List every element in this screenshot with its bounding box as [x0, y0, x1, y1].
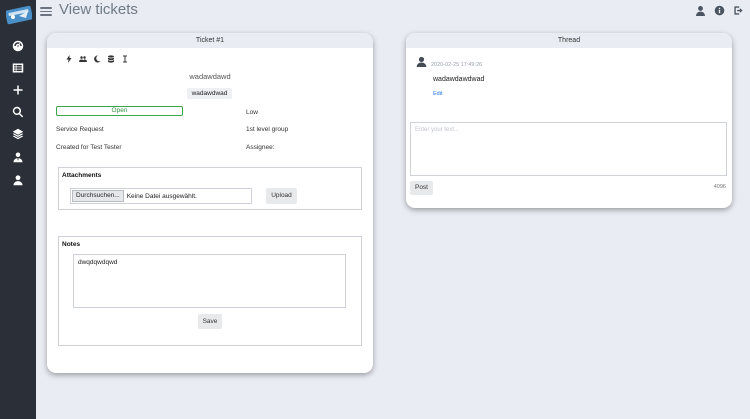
notes-textarea[interactable]: dwqdqwdqwd	[73, 254, 346, 308]
profile-icon[interactable]	[694, 4, 706, 16]
ticket-title[interactable]: wadawdawd	[47, 72, 373, 81]
moon-icon[interactable]	[93, 55, 101, 63]
reply-textarea[interactable]: Enter your text...	[410, 122, 727, 176]
hamburger-menu-icon[interactable]	[40, 5, 52, 17]
char-count: 4096	[713, 184, 726, 190]
user-icon[interactable]	[11, 173, 25, 187]
text-cursor-icon[interactable]	[121, 55, 129, 63]
ticket-card-header: Ticket #1	[47, 33, 373, 48]
dashboard-icon[interactable]	[11, 39, 25, 53]
app-logo[interactable]	[5, 2, 33, 26]
header-actions	[694, 4, 744, 16]
post-button[interactable]: Post	[410, 181, 433, 195]
created-for-value: Created for Test Tester	[56, 144, 122, 151]
sidebar	[0, 0, 36, 419]
lightning-icon[interactable]	[65, 55, 73, 63]
thread-card: Thread 2020-02-25 17:49:26 wadawdawdwad …	[406, 33, 732, 208]
ticket-type-value[interactable]: Service Request	[56, 126, 104, 133]
message-timestamp: 2020-02-25 17:49:26	[431, 62, 483, 68]
no-file-label: Keine Datei ausgewählt.	[126, 192, 197, 200]
notes-title: Notes	[62, 241, 81, 248]
users-icon[interactable]	[11, 150, 25, 164]
group-value[interactable]: 1st level group	[246, 126, 288, 133]
search-icon[interactable]	[11, 105, 25, 119]
upload-button[interactable]: Upload	[266, 188, 297, 204]
assignee-value[interactable]: Assignee:	[246, 144, 275, 151]
file-input[interactable]: Durchsuchen... Keine Datei ausgewählt.	[70, 188, 252, 204]
ticket-subtitle[interactable]: wadawdwad	[187, 88, 232, 99]
status-badge[interactable]: Open	[56, 106, 183, 116]
list-icon[interactable]	[11, 61, 25, 75]
attachments-title: Attachments	[62, 172, 102, 179]
info-icon[interactable]	[713, 4, 725, 16]
logout-icon[interactable]	[732, 4, 744, 16]
layers-icon[interactable]	[11, 127, 25, 141]
browse-button[interactable]: Durchsuchen...	[72, 190, 124, 202]
attachments-section: Attachments Durchsuchen... Keine Datei a…	[58, 167, 362, 210]
priority-value[interactable]: Low	[246, 109, 258, 116]
edit-message-link[interactable]: Edit	[433, 91, 442, 97]
save-button[interactable]: Save	[198, 314, 222, 329]
database-icon[interactable]	[107, 55, 115, 63]
page-title: View tickets	[59, 1, 138, 18]
ticket-card: Ticket #1 wadawdawd wadawdwad Open Low S…	[47, 33, 373, 373]
users-group-icon[interactable]	[79, 55, 87, 63]
avatar-icon	[416, 54, 427, 67]
message-body: wadawdawdwad	[433, 76, 485, 83]
thread-card-header: Thread	[406, 33, 732, 48]
ticket-toolbar	[65, 55, 129, 63]
plus-icon[interactable]	[11, 83, 25, 97]
notes-section: Notes dwqdqwdqwd Save	[58, 236, 362, 346]
